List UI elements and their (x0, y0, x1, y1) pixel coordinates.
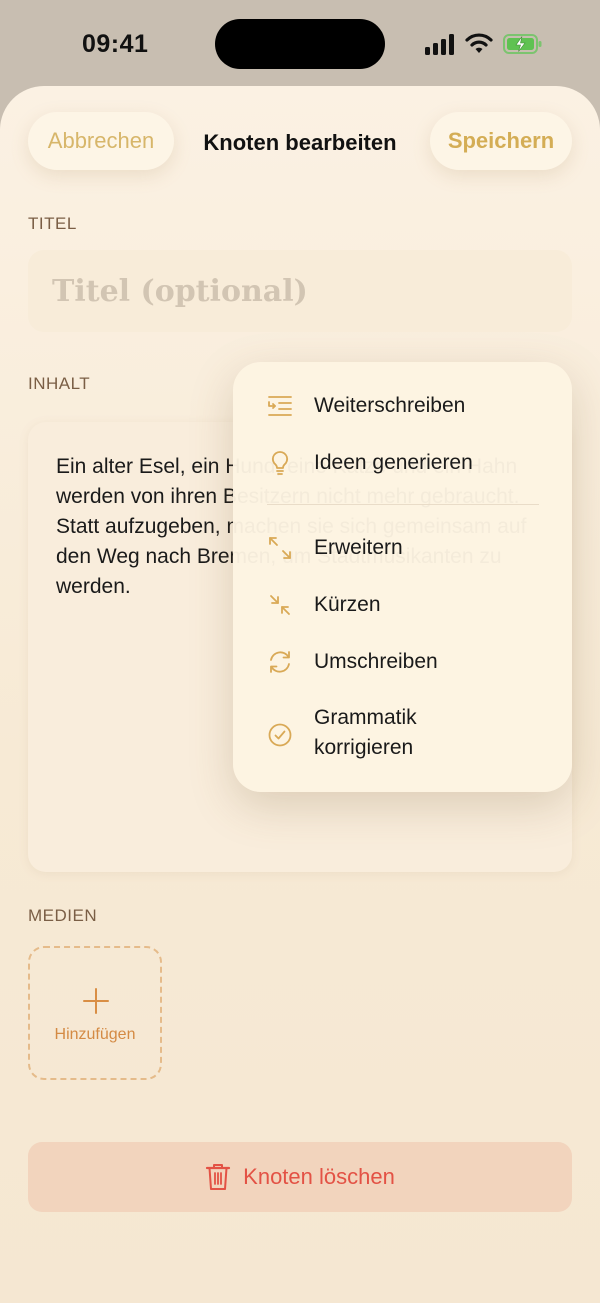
menu-item-expand[interactable]: Erweitern (233, 522, 572, 574)
delete-node-button[interactable]: Knoten löschen (28, 1142, 572, 1212)
menu-item-label: Grammatik korrigieren (314, 706, 417, 759)
menu-item-shorten[interactable]: Kürzen (233, 579, 572, 631)
menu-item-label: Kürzen (314, 593, 381, 616)
plus-icon (83, 988, 109, 1014)
rewrite-icon (270, 651, 290, 673)
status-bar: 09:41 (0, 0, 600, 88)
menu-item-label: Umschreiben (314, 650, 438, 673)
dynamic-island (215, 19, 385, 69)
continue-writing-icon (268, 396, 292, 416)
menu-item-continue-writing[interactable]: Weiterschreiben (233, 380, 572, 432)
save-button[interactable]: Speichern (430, 112, 572, 170)
shorten-icon (270, 595, 290, 615)
battery-charging-icon (503, 34, 542, 54)
menu-item-rewrite[interactable]: Umschreiben (233, 636, 572, 688)
content-section-label: INHALT (28, 374, 91, 393)
menu-item-label: Erweitern (314, 536, 403, 559)
delete-node-label: Knoten löschen (243, 1164, 395, 1189)
expand-icon (269, 537, 291, 559)
lightbulb-icon (271, 451, 289, 475)
media-section-label: MEDIEN (28, 906, 98, 925)
menu-item-generate-ideas[interactable]: Ideen generieren (233, 437, 572, 489)
sheet-title: Knoten bearbeiten (203, 130, 397, 155)
title-input[interactable] (50, 268, 554, 314)
menu-item-label: Weiterschreiben (314, 394, 466, 417)
add-media-label: Hinzufügen (54, 1026, 136, 1043)
menu-divider (267, 504, 539, 505)
title-section-label: TITEL (28, 214, 77, 233)
trash-icon (206, 1164, 231, 1190)
menu-item-fix-grammar[interactable]: Grammatik korrigieren (233, 693, 572, 769)
title-field (28, 250, 572, 332)
status-time: 09:41 (82, 30, 149, 58)
menu-item-label: Ideen generieren (314, 451, 473, 474)
add-media-button[interactable]: Hinzufügen (28, 946, 162, 1080)
cellular-signal-icon (425, 33, 457, 55)
checkmark-circle-icon (268, 723, 292, 747)
wifi-icon (465, 33, 493, 53)
ai-actions-menu: Weiterschreiben Ideen generieren Erweite… (233, 362, 572, 792)
cancel-button[interactable]: Abbrechen (28, 112, 174, 170)
